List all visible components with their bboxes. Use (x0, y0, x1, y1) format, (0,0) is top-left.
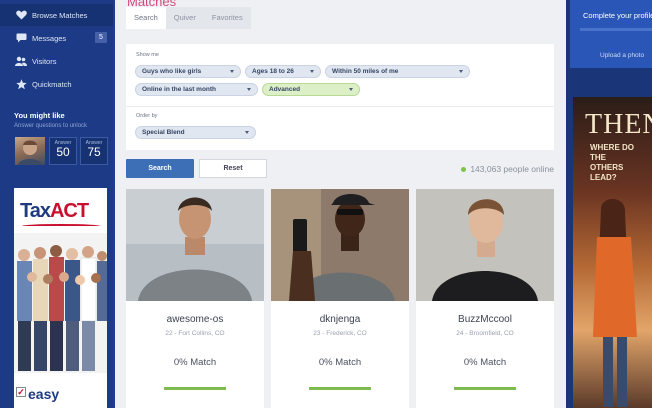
complete-profile-text: Complete your profile (583, 11, 652, 20)
ad-subtitle-line: WHERE DO THE (590, 143, 634, 162)
match-percent: 0% Match (318, 357, 362, 368)
nav-label: Browse Matches (32, 11, 88, 20)
gender-filter-dropdown[interactable]: Guys who like girls (135, 65, 241, 78)
username[interactable]: dknjenga (271, 314, 409, 325)
ad-figure-illustration (593, 198, 637, 407)
order-by-label: Order by (136, 113, 158, 119)
left-sidebar: Browse Matches Messages 5 Visitors Quick… (0, 0, 113, 408)
dropdown-value: Advanced (269, 86, 301, 93)
answer-box[interactable]: Answer 75 (80, 137, 108, 165)
dropdown-value: Guys who like girls (142, 68, 202, 75)
chevron-down-icon (245, 131, 249, 134)
dropdown-value: Online in the last month (142, 86, 217, 93)
online-count-text: 143,063 people online (470, 164, 554, 174)
chevron-down-icon (310, 70, 314, 73)
chevron-down-icon (230, 70, 234, 73)
chat-icon (15, 32, 27, 44)
match-percent: 0% Match (463, 357, 507, 368)
tab-favorites[interactable]: Favorites (203, 7, 251, 29)
dropdown-value: Within 50 miles of me (332, 68, 399, 75)
username[interactable]: awesome-os (126, 314, 264, 325)
answer-box[interactable]: Answer 50 (49, 137, 77, 165)
age-filter-dropdown[interactable]: Ages 18 to 26 (245, 65, 321, 78)
chevron-down-icon (247, 88, 251, 91)
taxact-logo-main: Tax (20, 200, 51, 222)
taxact-advertisement[interactable]: TaxACT ✓ easy (14, 188, 107, 408)
ad-crowd-photo (14, 233, 107, 373)
checkbox-icon: ✓ (16, 387, 26, 397)
nav-browse-matches[interactable]: Browse Matches (0, 4, 113, 26)
show-me-label: Show me (136, 52, 159, 58)
divider (126, 106, 554, 107)
taxact-logo: TaxACT (20, 200, 89, 223)
messages-count-badge: 5 (95, 32, 107, 43)
ad-subtitle: WHERE DO THE OTHERS LEAD? (590, 143, 652, 183)
you-might-like-title: You might like (14, 111, 65, 120)
online-dot-icon (461, 166, 467, 172)
tab-quiver[interactable]: Quiver (165, 7, 204, 29)
age-location: 22 - Fort Collins, CO (165, 330, 225, 337)
taxact-swoosh (22, 224, 100, 228)
right-column: Complete your profile Upload a photo THE… (566, 0, 652, 408)
profile-photo[interactable] (271, 189, 409, 301)
match-card[interactable]: awesome-os 22 - Fort Collins, CO 0% Matc… (126, 189, 264, 408)
tab-bar: Search Quiver Favorites (126, 7, 251, 29)
star-icon (15, 78, 27, 90)
suggested-user-avatar[interactable] (15, 137, 45, 165)
username[interactable]: BuzzMccool (416, 314, 554, 325)
ad-subtitle-line: OTHERS LEAD? (590, 163, 624, 182)
matches-panel: Matches Search Quiver Favorites Show me … (115, 0, 566, 408)
order-by-dropdown[interactable]: Special Blend (135, 126, 256, 139)
match-bar (454, 387, 516, 390)
dropdown-value: Ages 18 to 26 (252, 68, 294, 75)
chevron-down-icon (349, 88, 353, 91)
search-filters: Show me Guys who like girls Ages 18 to 2… (126, 44, 554, 150)
match-card[interactable]: BuzzMccool 24 - Broomfield, CO 0% Match (416, 189, 554, 408)
nav-quickmatch[interactable]: Quickmatch (0, 73, 113, 95)
match-bar (164, 387, 226, 390)
match-bar (309, 387, 371, 390)
nav-label: Quickmatch (32, 80, 72, 89)
dropdown-value: Special Blend (142, 129, 185, 136)
answer-value: 50 (56, 145, 70, 159)
answer-value: 75 (87, 145, 101, 159)
nav-visitors[interactable]: Visitors (0, 50, 113, 72)
nav-label: Visitors (32, 57, 57, 66)
nav-label: Messages (32, 34, 67, 43)
reset-button[interactable]: Reset (199, 159, 267, 178)
movie-advertisement[interactable]: THEN WHERE DO THE OTHERS LEAD? (573, 97, 652, 408)
match-card[interactable]: dknjenga 23 - Frederick, CO 0% Match (271, 189, 409, 408)
age-location: 24 - Broomfield, CO (456, 330, 514, 337)
you-might-like-subtitle: Answer questions to unlock (14, 123, 88, 129)
activity-filter-dropdown[interactable]: Online in the last month (135, 83, 258, 96)
nav-messages[interactable]: Messages 5 (0, 27, 113, 49)
heart-icon (15, 9, 27, 21)
ad-title: THEN (585, 109, 652, 140)
match-percent: 0% Match (173, 357, 217, 368)
profile-photo[interactable] (126, 189, 264, 301)
search-button[interactable]: Search (126, 159, 194, 178)
complete-profile-box[interactable]: Complete your profile Upload a photo (570, 0, 652, 68)
profile-progress-bar (580, 28, 652, 31)
upload-photo-link[interactable]: Upload a photo (600, 52, 644, 59)
age-location: 23 - Frederick, CO (313, 330, 367, 337)
chevron-down-icon (459, 70, 463, 73)
ad-slogan: easy (28, 386, 60, 402)
distance-filter-dropdown[interactable]: Within 50 miles of me (325, 65, 470, 78)
visitors-icon (15, 55, 27, 67)
tab-search[interactable]: Search (126, 7, 166, 29)
taxact-logo-accent: ACT (49, 200, 89, 222)
advanced-filter-dropdown[interactable]: Advanced (262, 83, 360, 96)
online-count: 143,063 people online (461, 164, 554, 174)
profile-photo[interactable] (416, 189, 554, 301)
